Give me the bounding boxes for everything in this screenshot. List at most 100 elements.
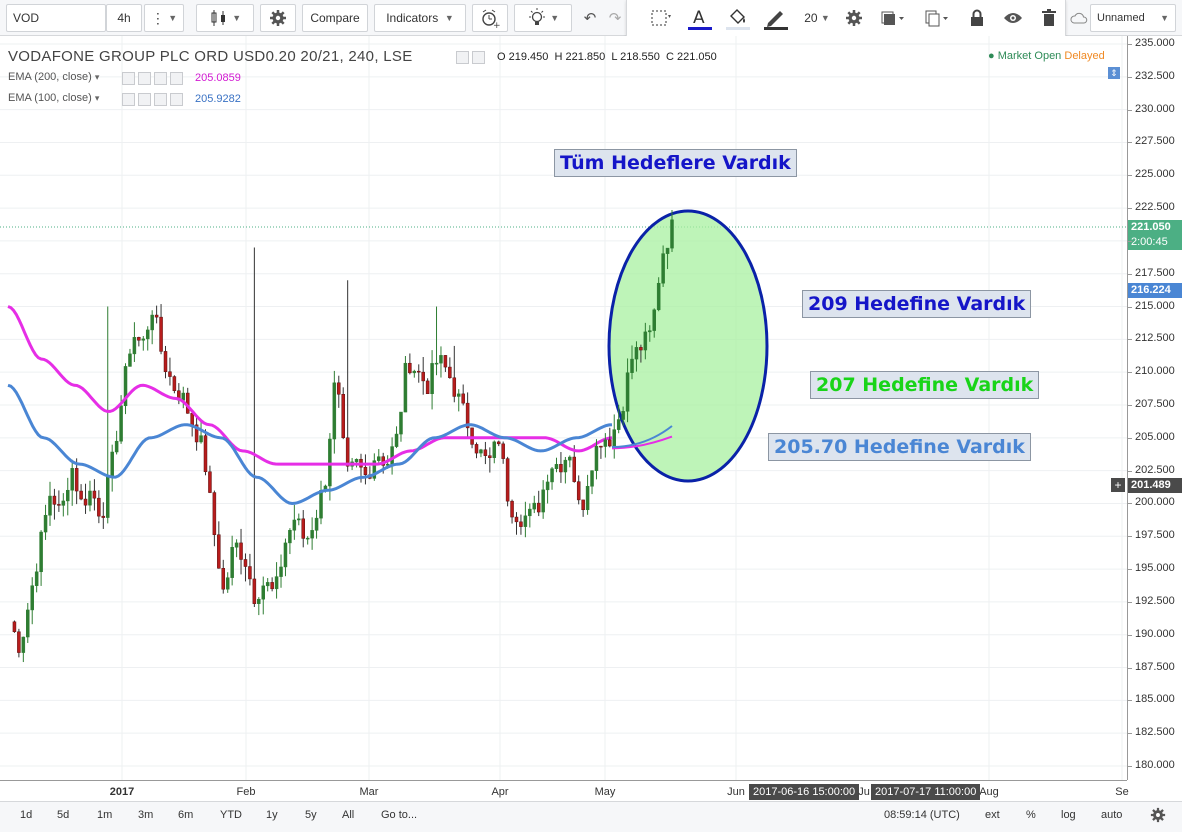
font-size-dropdown[interactable]: 20 ▼ — [797, 0, 837, 36]
ext-toggle[interactable]: ext — [985, 809, 1000, 821]
candle-body — [52, 495, 57, 505]
fill-color-button[interactable] — [721, 0, 755, 36]
line-color-button[interactable] — [759, 0, 793, 36]
indicators-button[interactable]: Indicators ▼ — [374, 4, 466, 32]
range-end-text: 2017-07-17 11:00:00 — [875, 786, 977, 798]
candles-icon — [211, 10, 225, 26]
candle-body — [528, 508, 532, 517]
price-tick-label: 215.000 — [1135, 299, 1175, 312]
range-button-1y[interactable]: 1y — [266, 809, 278, 821]
candle-body — [119, 405, 123, 442]
ema200-legend[interactable]: EMA (200, close) ▾ — [8, 71, 99, 83]
price-tick-mark — [1128, 437, 1132, 439]
undo-button[interactable]: ↶ — [578, 4, 602, 32]
price-tick-label: 232.500 — [1135, 69, 1175, 82]
price-chart[interactable] — [0, 36, 1127, 780]
price-tick-label: 195.000 — [1135, 562, 1175, 575]
alert-button[interactable]: + — [472, 4, 508, 32]
drawing-settings-button[interactable] — [839, 0, 869, 36]
ideas-button[interactable]: ▼ — [514, 4, 572, 32]
candle-body — [101, 515, 106, 518]
visibility-button[interactable] — [997, 0, 1029, 36]
price-axis[interactable]: 180.000 182.500 185.000 187.500 190.000 192.5… — [1127, 36, 1182, 780]
ema200-buttons[interactable] — [122, 72, 183, 85]
candle-body — [661, 253, 665, 284]
range-button-ytd[interactable]: YTD — [220, 809, 242, 821]
candle-body — [576, 481, 581, 501]
candle-body — [17, 631, 21, 653]
chart-properties-button[interactable] — [1150, 807, 1166, 826]
chevron-down-icon: ▼ — [1160, 13, 1169, 23]
crosshair-add-button[interactable]: + — [1111, 478, 1125, 492]
lock-button[interactable] — [961, 0, 993, 36]
candle-body — [39, 531, 43, 573]
range-button-3m[interactable]: 3m — [138, 809, 153, 821]
time-tick-label: May — [594, 786, 616, 798]
range-button-6m[interactable]: 6m — [178, 809, 193, 821]
candle-body — [70, 468, 74, 491]
candle-body — [230, 547, 234, 578]
range-button-5y[interactable]: 5y — [305, 809, 317, 821]
layout-name-dropdown[interactable]: Unnamed ▼ — [1090, 4, 1176, 32]
visual-order-button[interactable] — [873, 0, 913, 36]
font-size-value: 20 — [804, 11, 818, 25]
delete-button[interactable] — [1033, 0, 1065, 36]
legend-title-buttons[interactable] — [456, 51, 485, 64]
clone-button[interactable] — [917, 0, 957, 36]
log-toggle[interactable]: log — [1061, 809, 1076, 821]
range-button-5d[interactable]: 5d — [57, 809, 69, 821]
candle-body — [12, 621, 17, 633]
selection-tool-button[interactable] — [643, 0, 679, 36]
svg-text:A: A — [693, 8, 705, 28]
candle-body — [443, 355, 448, 368]
candle-body — [221, 568, 226, 590]
time-axis[interactable]: Se Aug Jun May Apr Mar Feb 2017 2017-06-16 15:0… — [0, 780, 1129, 801]
candle-body — [172, 376, 177, 391]
annotation-all-targets[interactable]: Tüm Hedeflere Vardık — [554, 149, 797, 177]
chart-pane[interactable]: VODAFONE GROUP PLC ORD USD0.20 20/21, 24… — [0, 36, 1127, 780]
range-button-1m[interactable]: 1m — [97, 809, 112, 821]
alarm-clock-icon: + — [482, 9, 500, 28]
interval-more-button[interactable]: ⋮ ▼ — [144, 4, 184, 32]
candle-body — [190, 413, 194, 426]
market-status: ● Market Open Delayed — [988, 50, 1105, 62]
range-button-1d[interactable]: 1d — [20, 809, 32, 821]
candle-body — [203, 435, 208, 473]
layers-icon — [881, 11, 904, 25]
target-ellipse[interactable] — [607, 209, 769, 483]
ema100-buttons[interactable] — [122, 93, 183, 106]
annotation-target-209[interactable]: 209 Hedefine Vardık — [802, 290, 1032, 318]
candle-body — [452, 377, 457, 397]
text-color-button[interactable]: A — [683, 0, 717, 36]
interval-dropdown[interactable]: 4h — [106, 4, 142, 32]
annotation-target-205-70[interactable]: 205.70 Hedefine Vardık — [768, 433, 1031, 461]
candle-body — [581, 499, 585, 511]
candle-body — [612, 429, 616, 447]
lock-icon — [971, 9, 983, 26]
redo-button[interactable]: ↷ — [603, 4, 627, 32]
candle-body — [83, 498, 88, 506]
auto-toggle[interactable]: auto — [1101, 809, 1122, 821]
range-button-all[interactable]: All — [342, 809, 354, 821]
chart-style-button[interactable]: ▼ — [196, 4, 254, 32]
candle-body — [297, 518, 301, 521]
scroll-top-button[interactable]: ⇕ — [1108, 67, 1120, 79]
settings-button[interactable] — [260, 4, 296, 32]
symbol-search-input[interactable]: VOD — [6, 4, 106, 32]
cloud-save-button[interactable] — [1068, 4, 1090, 32]
annotation-target-209-text: 209 Hedefine Vardık — [808, 293, 1026, 315]
undo-icon: ↶ — [583, 10, 597, 27]
goto-button[interactable]: Go to... — [381, 809, 417, 821]
price-tick-mark — [1128, 372, 1132, 374]
candle-body — [105, 475, 110, 518]
price-tick-mark — [1128, 503, 1132, 505]
chart-title: VODAFONE GROUP PLC ORD USD0.20 20/21, 24… — [8, 48, 413, 65]
candle-body — [332, 382, 337, 440]
annotation-target-207[interactable]: 207 Hedefine Vardık — [810, 371, 1040, 399]
ema100-legend[interactable]: EMA (100, close) ▾ — [8, 92, 99, 104]
compare-button[interactable]: Compare — [302, 4, 368, 32]
candle-body — [154, 314, 159, 318]
candle-body — [345, 437, 350, 467]
percent-toggle[interactable]: % — [1026, 809, 1036, 821]
candle-body — [514, 516, 519, 523]
